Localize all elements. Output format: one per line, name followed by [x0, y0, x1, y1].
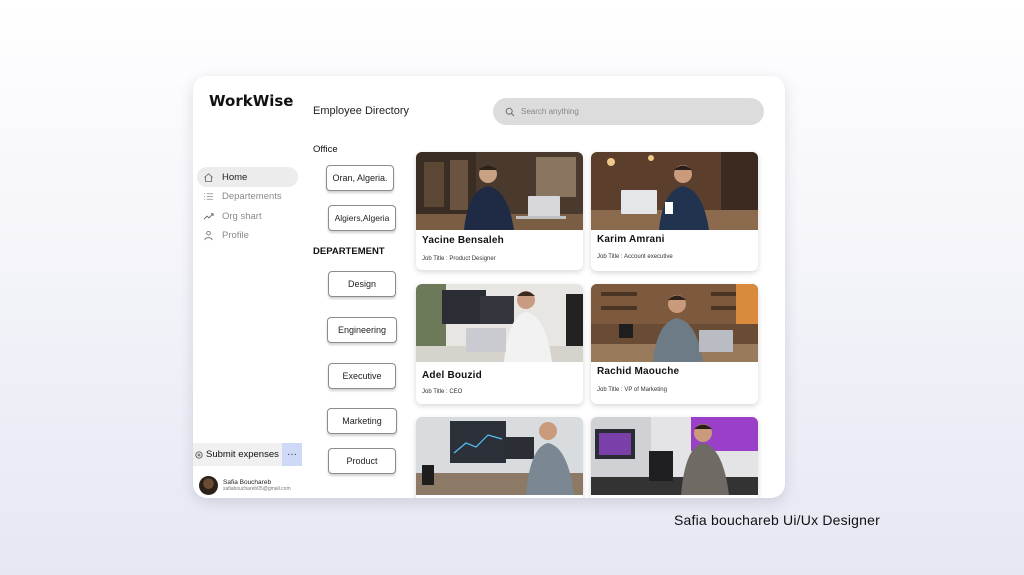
search-bar[interactable]: [493, 98, 764, 125]
avatar: [199, 476, 218, 495]
sidebar-item-label: Profile: [222, 229, 249, 241]
department-design-button[interactable]: Design: [328, 271, 396, 297]
employee-job-title: Job Title : Account executive: [597, 254, 673, 260]
sidebar-item-profile[interactable]: Profile: [197, 225, 298, 245]
employee-job-title: Job Title : Product Designer: [422, 256, 496, 262]
employee-photo: [416, 417, 583, 495]
employee-name: Karim Amrani: [597, 234, 665, 245]
employee-name: Adel Bouzid: [422, 370, 482, 381]
employee-card[interactable]: Rachid Maouche Job Title : VP of Marketi…: [591, 284, 758, 404]
user-icon: [204, 230, 213, 240]
department-engineering-button[interactable]: Engineering: [327, 317, 397, 343]
employee-photo: [416, 284, 583, 362]
sidebar-item-label: Departements: [222, 190, 282, 202]
department-section-title: DEPARTEMENT: [313, 246, 385, 257]
filter-panel: Office Oran, Algeria. Algiers,Algeria DE…: [313, 76, 408, 498]
employee-photo: [591, 284, 758, 362]
submit-expenses-label: Submit expenses: [206, 449, 279, 460]
user-profile[interactable]: Safia Bouchareb safiabouchareb05@gmail.c…: [199, 476, 291, 495]
employee-name: Yacine Bensaleh: [422, 235, 504, 246]
employee-grid: Yacine Bensaleh Job Title : Product Desi…: [416, 152, 758, 498]
employee-card[interactable]: Adel Bouzid Job Title : CEO: [416, 284, 583, 404]
employee-card[interactable]: [591, 417, 758, 498]
employee-name: Rachid Maouche: [597, 366, 680, 377]
department-product-button[interactable]: Product: [328, 448, 396, 474]
employee-card[interactable]: Yacine Bensaleh Job Title : Product Desi…: [416, 152, 583, 270]
employee-card[interactable]: Karim Amrani Job Title : Account executi…: [591, 152, 758, 271]
brand-logo: WorkWise: [209, 92, 294, 110]
sidebar-item-org-shart[interactable]: Org shart: [197, 206, 298, 226]
app-window: WorkWise Home Departements Org shart Pro…: [193, 76, 785, 498]
plus-circle-icon: [195, 450, 203, 459]
search-icon: [505, 107, 515, 116]
sidebar-item-label: Org shart: [222, 210, 262, 222]
more-options-button[interactable]: ···: [282, 443, 302, 466]
employee-photo: [591, 152, 758, 230]
home-icon: [204, 172, 213, 182]
submit-expenses-button[interactable]: Submit expenses: [193, 443, 282, 466]
employee-card[interactable]: [416, 417, 583, 498]
office-oran-button[interactable]: Oran, Algeria.: [326, 165, 394, 191]
designer-credit: Safia bouchareb Ui/Ux Designer: [674, 512, 880, 528]
list-icon: [203, 192, 214, 200]
sidebar-item-home[interactable]: Home: [197, 167, 298, 187]
employee-photo: [591, 417, 758, 495]
sidebar-item-departements[interactable]: Departements: [197, 186, 298, 206]
employee-job-title: Job Title : CEO: [422, 389, 463, 395]
department-executive-button[interactable]: Executive: [328, 363, 396, 389]
trending-icon: [203, 212, 214, 220]
office-section-title: Office: [313, 144, 338, 155]
user-name: Safia Bouchareb: [223, 479, 272, 486]
department-marketing-button[interactable]: Marketing: [327, 408, 397, 434]
search-input[interactable]: [521, 107, 741, 116]
user-email: safiabouchareb05@gmail.com: [223, 486, 291, 492]
employee-job-title: Job Title : VP of Marketing: [597, 387, 667, 393]
sidebar: WorkWise Home Departements Org shart Pro…: [193, 76, 303, 498]
office-algiers-button[interactable]: Algiers,Algeria: [328, 205, 396, 231]
employee-photo: [416, 152, 583, 230]
sidebar-item-label: Home: [222, 171, 248, 183]
